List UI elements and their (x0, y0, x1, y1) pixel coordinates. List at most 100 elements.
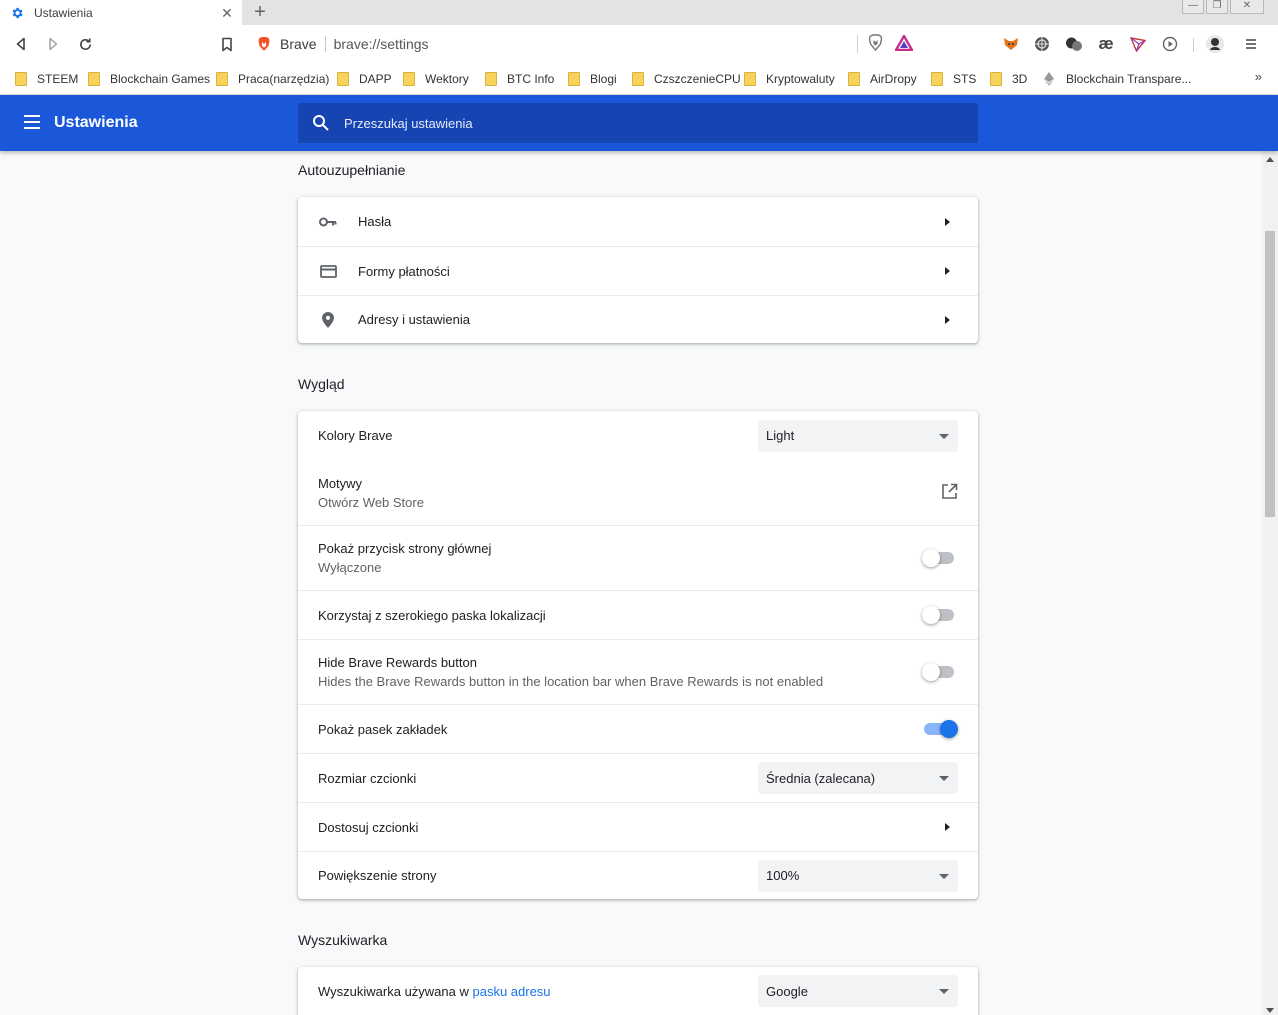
brave-shields-button[interactable] (868, 34, 883, 54)
row-label: Korzystaj z szerokiego paska lokalizacji (318, 607, 546, 623)
select-value: Light (766, 428, 795, 443)
autofill-payments-row[interactable]: Formy płatności (298, 246, 978, 295)
tab-close-icon[interactable]: ✕ (220, 6, 234, 20)
row-label: Formy płatności (358, 263, 450, 279)
bookmark-folder[interactable]: 3D (990, 70, 1027, 88)
profile-avatar[interactable] (1205, 34, 1225, 54)
bookmark-folder[interactable]: BTC Info (485, 70, 554, 88)
play-icon[interactable] (1160, 34, 1180, 54)
reload-button[interactable] (74, 33, 96, 55)
open-external-icon[interactable] (941, 483, 958, 503)
bookmark-label: STS (953, 72, 977, 86)
home-button-toggle[interactable] (922, 549, 956, 567)
back-icon (16, 37, 25, 51)
engine-label-text: Wyszukiwarka używana w (318, 983, 473, 999)
new-tab-button[interactable]: + (250, 2, 270, 22)
brave-colors-select[interactable]: Light (758, 419, 958, 452)
bookmark-link[interactable]: Blockchain Transpare... (1044, 70, 1191, 88)
restore-button[interactable]: ❐ (1206, 0, 1228, 14)
bookmarks-bar-row[interactable]: Pokaż pasek zakładek (298, 704, 978, 753)
scrollbar-thumb[interactable] (1265, 231, 1275, 517)
bookmark-label: AirDropy (870, 72, 917, 86)
bookmarks-bar-toggle[interactable] (922, 720, 958, 738)
brave-colors-row: Kolory Brave Light (298, 411, 978, 460)
row-label: Hasła (358, 214, 392, 229)
bookmark-folder[interactable]: Blogi (568, 70, 617, 88)
hide-rewards-row[interactable]: Hide Brave Rewards button Hides the Brav… (298, 639, 978, 704)
minimize-button[interactable]: — (1182, 0, 1204, 14)
hamburger-menu-icon[interactable] (24, 115, 40, 129)
font-size-row: Rozmiar czcionki Średnia (zalecana) (298, 753, 978, 802)
address-bar-link[interactable]: pasku adresu (472, 984, 550, 999)
arrow-right-icon (945, 217, 950, 226)
back-button[interactable] (10, 33, 32, 55)
page-scrollbar[interactable] (1262, 151, 1278, 1015)
bookmark-folder[interactable]: Kryptowaluty (744, 70, 835, 88)
folder-icon (848, 72, 860, 86)
search-input[interactable] (344, 115, 944, 131)
bookmark-folder[interactable]: DAPP (337, 70, 392, 88)
settings-search[interactable] (298, 103, 978, 143)
bookmark-folder[interactable]: Praca(narzędzia) (216, 70, 329, 88)
autofill-passwords-row[interactable]: Hasła (298, 197, 978, 246)
brave-rewards-button[interactable] (894, 34, 914, 54)
forward-button[interactable] (42, 33, 64, 55)
bookmark-folder[interactable]: CzszczenieCPU (632, 70, 741, 88)
row-label: Motywy (318, 475, 363, 491)
url-text[interactable]: brave://settings (334, 36, 857, 52)
folder-icon (990, 72, 1002, 86)
bookmark-label: BTC Info (507, 72, 555, 86)
customize-fonts-row[interactable]: Dostosuj czcionki (298, 802, 978, 851)
bookmark-folder[interactable]: Wektory (403, 70, 469, 88)
close-window-button[interactable]: ✕ (1230, 0, 1264, 14)
main-menu-icon[interactable] (1241, 34, 1261, 54)
bookmark-folder[interactable]: AirDropy (848, 70, 917, 88)
folder-icon (744, 72, 756, 86)
search-engine-row: Wyszukiwarka używana w pasku adresu Goog… (298, 967, 978, 1015)
row-label: Dostosuj czcionki (318, 819, 419, 835)
bookmark-folder[interactable]: Blockchain Games (88, 70, 210, 88)
forward-icon (49, 37, 58, 51)
appearance-card: Kolory Brave Light Motywy Otwórz Web Sto… (298, 411, 978, 899)
page-zoom-row: Powiększenie strony 100% (298, 851, 978, 899)
font-size-select[interactable]: Średnia (zalecana) (758, 762, 958, 794)
divider (857, 35, 858, 53)
tab-strip: Ustawienia ✕ + — ❐ ✕ (0, 0, 1278, 25)
brave-lion-icon (258, 37, 270, 51)
tron-icon[interactable] (1128, 34, 1148, 54)
bookmark-label: CzszczenieCPU (654, 72, 741, 86)
bookmark-icon (222, 37, 232, 51)
location-pin-icon (318, 310, 338, 330)
hide-rewards-toggle[interactable] (922, 663, 956, 681)
search-icon (313, 115, 329, 131)
autofill-addresses-row[interactable]: Adresy i ustawienia (298, 295, 978, 343)
scroll-down-icon[interactable] (1266, 1008, 1274, 1013)
wide-address-bar-row[interactable]: Korzystaj z szerokiego paska lokalizacji (298, 590, 978, 639)
fox-icon[interactable] (1001, 34, 1021, 54)
bookmark-folder[interactable]: STS (931, 70, 976, 88)
address-bar[interactable]: Brave brave://settings (247, 30, 921, 58)
bookmark-label: STEEM (37, 72, 79, 86)
bookmark-label: DAPP (359, 72, 392, 86)
ae-icon[interactable]: æ (1096, 34, 1116, 54)
row-label: Adresy i ustawienia (358, 312, 470, 327)
search-engine-select[interactable]: Google (758, 975, 958, 1007)
bookmark-label: Kryptowaluty (766, 72, 835, 86)
more-bookmarks-button[interactable]: » (1255, 69, 1262, 84)
wide-address-bar-toggle[interactable] (922, 606, 956, 624)
section-title-autofill: Autouzupełnianie (298, 162, 406, 178)
bookmark-page-button[interactable] (216, 33, 238, 55)
themes-row[interactable]: Motywy Otwórz Web Store (298, 460, 978, 525)
bookmark-label: Blogi (590, 72, 617, 86)
bookmark-folder[interactable]: STEEM (15, 70, 78, 88)
globe-icon[interactable] (1032, 34, 1052, 54)
scroll-up-icon[interactable] (1266, 157, 1274, 162)
autofill-card: Hasła Formy płatności Adresy i ustawieni… (298, 197, 978, 343)
divider (324, 36, 326, 52)
section-title-search: Wyszukiwarka (298, 932, 388, 948)
credit-card-icon (318, 261, 338, 281)
page-zoom-select[interactable]: 100% (758, 859, 958, 892)
tab-settings[interactable]: Ustawienia ✕ (0, 0, 242, 25)
coins-icon[interactable] (1064, 34, 1084, 54)
home-button-row[interactable]: Pokaż przycisk strony głównej Wyłączone (298, 525, 978, 590)
